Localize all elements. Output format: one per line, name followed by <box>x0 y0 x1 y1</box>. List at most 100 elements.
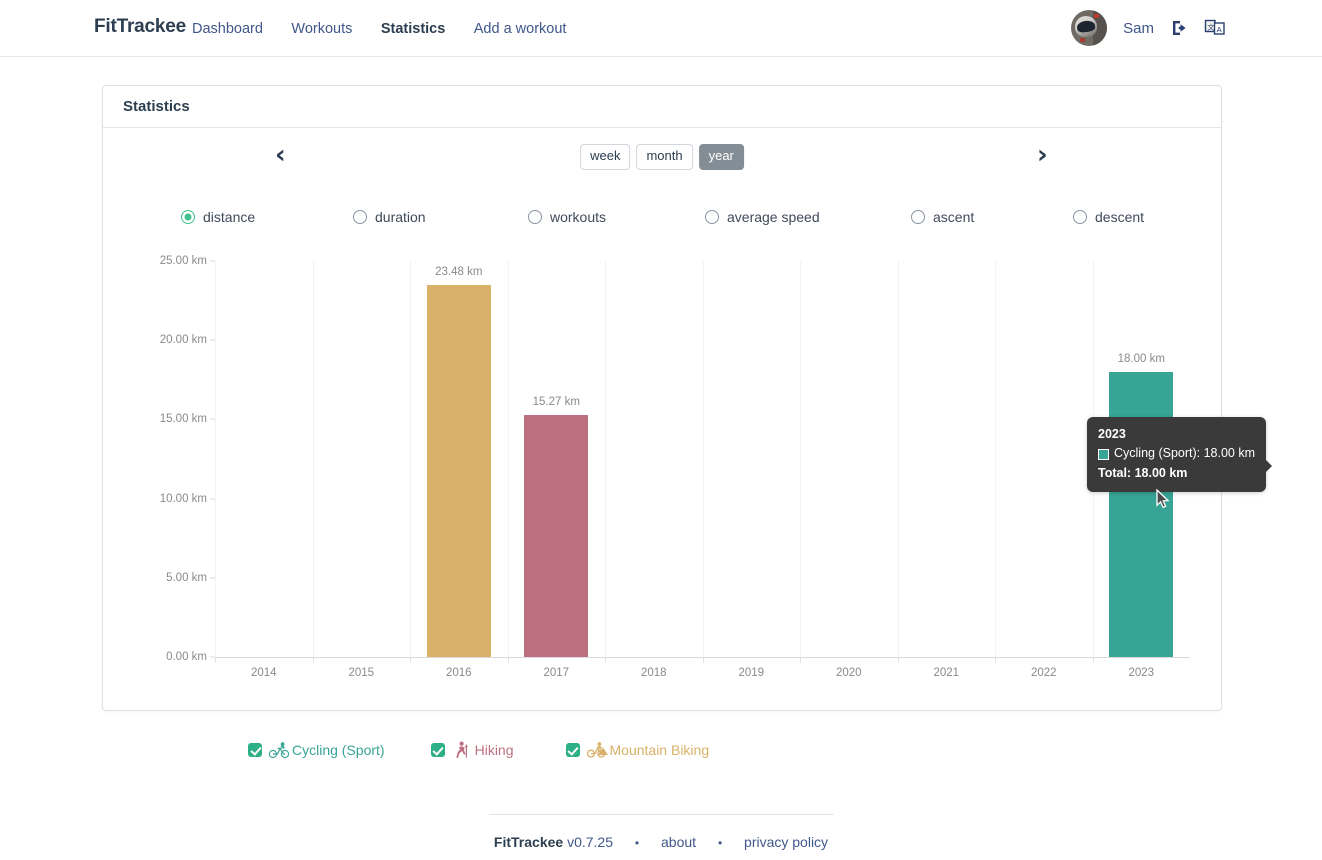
x-axis-gridline <box>800 261 801 657</box>
x-axis-tick-label: 2017 <box>543 667 570 679</box>
footer-separator-2: • <box>717 836 723 850</box>
radio-label-workouts: workouts <box>550 209 607 225</box>
chart-bar[interactable] <box>1109 371 1174 657</box>
x-axis-gridline <box>702 261 704 657</box>
x-axis-tick-label: 2020 <box>835 667 862 679</box>
bar-value-label: 18.00 km <box>1117 352 1165 365</box>
bar-value-label: 15.27 km <box>532 396 580 409</box>
nav-link-add-a-workout[interactable]: Add a workout <box>474 21 567 37</box>
x-axis-gridline <box>410 261 411 657</box>
x-axis-tick-mark <box>995 657 996 663</box>
x-axis-gridline <box>507 261 509 657</box>
legend-checkbox-hiking[interactable] <box>430 743 445 757</box>
legend-label-mountain-biking: Mountain Biking <box>609 742 710 758</box>
legend-checkbox-mountain-biking[interactable] <box>565 743 580 757</box>
x-axis-tick-label: 2022 <box>1030 667 1057 679</box>
radio-label-distance: distance <box>203 209 256 225</box>
y-axis-tick-label: 20.00 km <box>159 334 207 347</box>
radio-ascent[interactable]: ascent <box>911 204 1073 230</box>
radio-indicator-ascent <box>911 210 925 224</box>
radio-indicator-descent <box>1073 210 1087 224</box>
app-brand[interactable]: FitTrackee <box>94 16 186 38</box>
footer-brand: FitTrackee <box>493 834 564 850</box>
x-axis-tick-mark <box>1092 657 1094 663</box>
x-axis-gridline <box>215 261 216 657</box>
x-axis-tick-mark <box>605 657 606 663</box>
x-axis-tick-mark <box>800 657 801 663</box>
hiking-icon <box>452 741 472 759</box>
radio-descent[interactable]: descent <box>1073 204 1144 230</box>
top-navbar: FitTrackee Dashboard Workouts Statistics… <box>0 0 1322 57</box>
sign-out-icon[interactable] <box>1170 18 1190 38</box>
x-axis-gridline <box>897 261 899 657</box>
previous-period-button[interactable]: ‹ <box>275 142 286 168</box>
x-axis-tick-mark <box>507 657 509 663</box>
chart-plot-area[interactable]: 25.00 km 20.00 km 15.00 km 10.00 km 5.00 km 0… <box>160 255 1190 701</box>
period-button-week[interactable]: week <box>580 144 631 170</box>
chart-bar[interactable] <box>524 415 589 657</box>
page-footer: FitTrackee v0.7.25 • about • privacy pol… <box>0 814 1322 850</box>
x-axis-tick-label: 2014 <box>250 667 277 679</box>
chart-bar[interactable] <box>426 285 491 657</box>
statistics-chart: 25.00 km 20.00 km 15.00 km 10.00 km 5.00 km 0… <box>103 251 1273 716</box>
tooltip-total-label: Total: 18.00 km <box>1098 465 1188 480</box>
footer-link-privacy-policy[interactable]: privacy policy <box>744 834 828 850</box>
x-axis-tick-label: 2023 <box>1128 667 1155 679</box>
cycling-icon <box>268 741 290 759</box>
legend-label-cycling-sport: Cycling (Sport) <box>292 742 385 758</box>
tooltip-color-swatch <box>1098 448 1109 460</box>
nav-link-workouts[interactable]: Workouts <box>291 21 352 37</box>
legend-checkbox-cycling-sport[interactable] <box>248 743 262 757</box>
y-axis-tick-label: 10.00 km <box>159 492 207 505</box>
radio-duration[interactable]: duration <box>353 204 528 230</box>
svg-text:文: 文 <box>1207 22 1214 31</box>
radio-workouts[interactable]: workouts <box>528 204 705 230</box>
main-navigation: Dashboard Workouts Statistics Add a work… <box>192 20 590 38</box>
period-button-month[interactable]: month <box>636 144 693 170</box>
avatar[interactable] <box>1071 10 1108 46</box>
tooltip-title: 2023 <box>1098 427 1126 441</box>
legend-item-mountain-biking[interactable]: Mountain Biking <box>565 741 710 759</box>
x-axis-gridline <box>995 261 996 657</box>
radio-average-speed[interactable]: average speed <box>705 204 911 230</box>
x-axis-tick-mark <box>312 657 314 663</box>
radio-indicator-distance <box>181 210 195 224</box>
bar-value-label: 23.48 km <box>435 266 483 279</box>
card-header: Statistics <box>103 86 1221 128</box>
x-axis-gridline <box>605 261 606 657</box>
x-axis-tick-mark <box>897 657 899 663</box>
statistics-card: Statistics ‹ › week month year distance … <box>102 85 1273 759</box>
x-axis-tick-label: 2018 <box>640 667 667 679</box>
x-axis-gridline <box>312 261 314 657</box>
username-label[interactable]: Sam <box>1123 20 1154 37</box>
tooltip-series-row: Cycling (Sport): 18.00 km <box>1098 444 1255 463</box>
y-axis-tick-label: 0.00 km <box>166 651 207 663</box>
radio-indicator-workouts <box>528 210 542 224</box>
user-menu: Sam 文 A <box>1071 10 1240 46</box>
x-axis-tick-label: 2021 <box>933 667 960 679</box>
legend-item-hiking[interactable]: Hiking <box>430 741 514 759</box>
metric-radio-group: distance duration workouts average speed… <box>181 204 1181 230</box>
next-period-button[interactable]: › <box>1037 142 1048 168</box>
radio-label-duration: duration <box>375 209 426 225</box>
footer-divider <box>489 814 834 815</box>
x-axis-tick-label: 2015 <box>348 667 375 679</box>
nav-link-statistics[interactable]: Statistics <box>381 21 445 37</box>
nav-link-dashboard[interactable]: Dashboard <box>192 21 263 37</box>
legend-label-hiking: Hiking <box>474 742 514 758</box>
x-axis-tick-mark <box>410 657 411 663</box>
legend-item-cycling-sport[interactable]: Cycling (Sport) <box>248 741 385 759</box>
chart-tooltip: 2023 Cycling (Sport): 18.00 km Total: 18… <box>1087 417 1273 493</box>
radio-distance[interactable]: distance <box>181 204 353 230</box>
radio-label-ascent: ascent <box>933 209 975 225</box>
translate-icon[interactable]: 文 A <box>1204 18 1226 38</box>
y-axis-tick-label: 5.00 km <box>166 571 207 584</box>
radio-indicator-average-speed <box>705 210 719 224</box>
footer-version: v0.7.25 <box>567 834 614 850</box>
page-title: Statistics <box>123 98 190 115</box>
x-axis-tick-mark <box>215 657 216 663</box>
radio-label-descent: descent <box>1095 209 1145 225</box>
footer-link-about[interactable]: about <box>661 834 696 850</box>
period-button-year[interactable]: year <box>698 144 744 170</box>
chart-legend: Cycling (Sport) Hiking Mountain Biking <box>248 741 709 759</box>
